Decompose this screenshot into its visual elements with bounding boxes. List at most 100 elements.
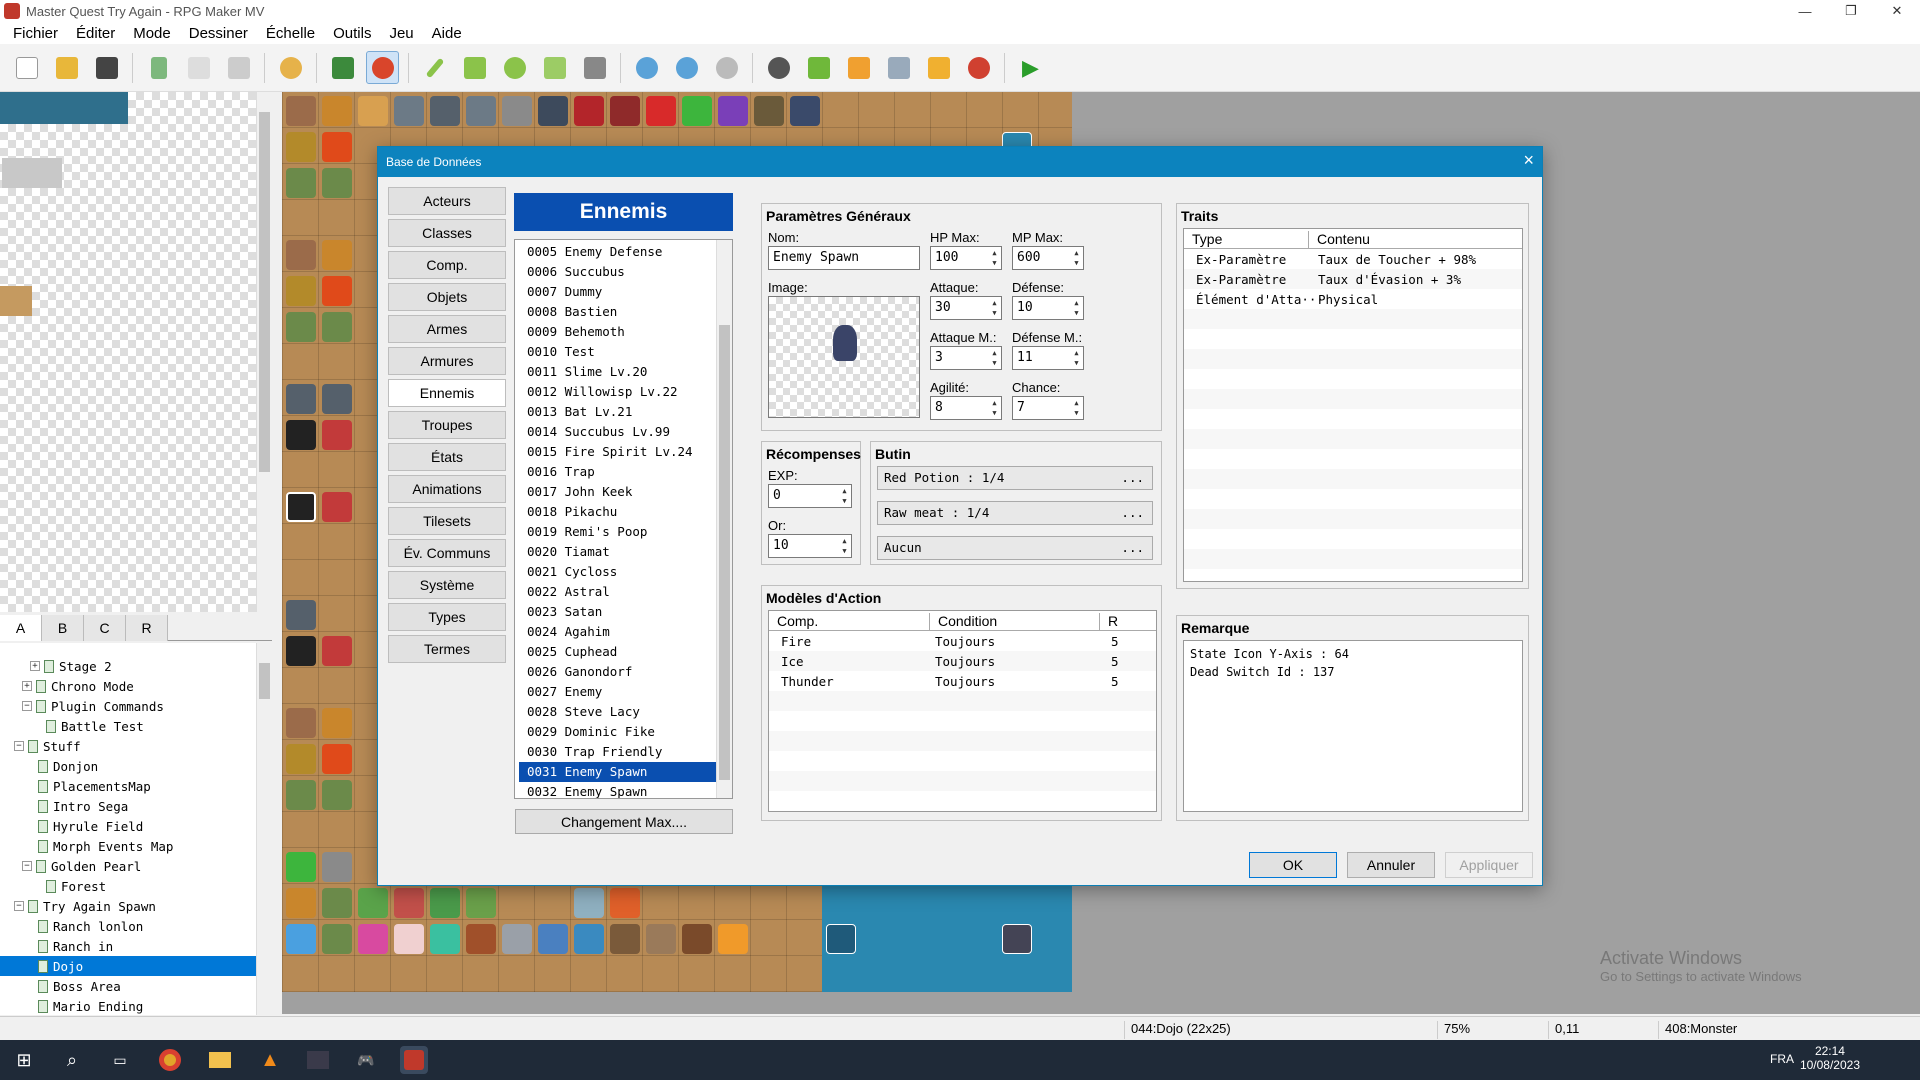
tile-selection[interactable] [2,158,62,188]
menu-echelle[interactable]: Échelle [257,25,324,42]
map-node[interactable]: + Chrono Mode [22,676,134,696]
tileset-scrollbar[interactable] [256,92,272,612]
maximize-button[interactable]: ❐ [1828,0,1874,22]
table-row[interactable] [769,691,1156,711]
event-sprite[interactable] [286,168,316,198]
def-field[interactable]: 10 ▲ ▼ [1012,296,1084,320]
matk-field[interactable]: 3 ▲ ▼ [930,346,1002,370]
table-row[interactable] [1184,329,1522,349]
category-types[interactable]: Types [388,603,506,631]
table-row[interactable] [769,731,1156,751]
cut-icon[interactable] [142,51,175,84]
drop-item-2[interactable]: Raw meat : 1/4... [877,501,1153,525]
event-sprite[interactable] [718,924,748,954]
event-sprite[interactable] [286,708,316,738]
event-sprite[interactable] [610,888,640,918]
mp-field[interactable]: 600 ▲ ▼ [1012,246,1084,270]
table-row[interactable]: Ex-Paramètre Taux de Toucher + 98% [1184,249,1522,269]
dialog-close-icon[interactable]: × [1523,150,1534,171]
category-armes[interactable]: Armes [388,315,506,343]
event-sprite[interactable] [286,888,316,918]
event-sprite[interactable] [430,888,460,918]
enemy-item[interactable]: 0019 Remi's Poop [519,522,716,542]
enemy-item[interactable]: 0026 Ganondorf [519,662,716,682]
shadow-pen-icon[interactable] [578,51,611,84]
character-generator-icon[interactable] [962,51,995,84]
enemy-item[interactable]: 0023 Satan [519,602,716,622]
event-sprite[interactable] [682,96,712,126]
sound-test-icon[interactable] [842,51,875,84]
enemy-item[interactable]: 0008 Bastien [519,302,716,322]
event-sprite[interactable] [286,312,316,342]
map-node[interactable]: PlacementsMap [38,776,151,796]
event-sprite[interactable] [322,852,352,882]
event-sprite[interactable] [286,96,316,126]
cancel-button[interactable]: Annuler [1347,852,1435,878]
map-node-selected[interactable]: Dojo [0,956,256,976]
mdef-field[interactable]: 11 ▲ ▼ [1012,346,1084,370]
enemy-item[interactable]: 0009 Behemoth [519,322,716,342]
enemy-item[interactable]: 0006 Succubus [519,262,716,282]
category-classes[interactable]: Classes [388,219,506,247]
wood-tile[interactable] [0,286,32,316]
table-row[interactable] [1184,509,1522,529]
event-sprite[interactable] [286,744,316,774]
table-row[interactable] [1184,429,1522,449]
task-view-icon[interactable]: ▭ [106,1046,134,1074]
vlc-icon[interactable]: ▲ [256,1046,284,1074]
event-sprite[interactable] [394,924,424,954]
menu-fichier[interactable]: Fichier [4,25,67,42]
resource-manager-icon[interactable] [922,51,955,84]
enemy-item-selected[interactable]: 0031 Enemy Spawn [519,762,716,782]
table-row[interactable] [1184,389,1522,409]
event-sprite[interactable] [286,636,316,666]
gold-field[interactable]: 10 ▲ ▼ [768,534,852,558]
event-sprite[interactable] [286,780,316,810]
table-row[interactable] [1184,449,1522,469]
enemy-item[interactable]: 0018 Pikachu [519,502,716,522]
event-sprite[interactable] [286,240,316,270]
map-node[interactable]: Hyrule Field [38,816,143,836]
enemy-item[interactable]: 0005 Enemy Defense [519,242,716,262]
plugin-manager-icon[interactable] [802,51,835,84]
clock[interactable]: 22:14 10/08/2023 [1800,1044,1860,1072]
event-sprite[interactable] [322,888,352,918]
map-node[interactable]: Boss Area [38,976,121,996]
event-sprite[interactable] [790,96,820,126]
undo-icon[interactable] [274,51,307,84]
event-sprite[interactable] [322,708,352,738]
start-icon[interactable]: ⊞ [10,1046,38,1074]
map-node[interactable]: − Golden Pearl [22,856,141,876]
database-gear-icon[interactable] [762,51,795,84]
atk-field[interactable]: 30 ▲ ▼ [930,296,1002,320]
event-sprite[interactable] [286,492,316,522]
event-sprite[interactable] [466,888,496,918]
event-sprite[interactable] [538,924,568,954]
rectangle-icon[interactable] [458,51,491,84]
event-mode-icon[interactable] [366,51,399,84]
table-row[interactable]: Ice Toujours 5 [769,651,1156,671]
event-sprite[interactable] [286,852,316,882]
gamepad-icon[interactable]: 🎮 [352,1046,380,1074]
table-row[interactable]: Fire Toujours 5 [769,631,1156,651]
hp-field[interactable]: 100 ▲ ▼ [930,246,1002,270]
event-sprite[interactable] [322,240,352,270]
map-node[interactable]: − Plugin Commands [22,696,164,716]
apply-button[interactable]: Appliquer [1445,852,1533,878]
ok-button[interactable]: OK [1249,852,1337,878]
col-type[interactable]: Type [1184,231,1222,249]
event-sprite[interactable] [754,96,784,126]
event-sprite[interactable] [358,888,388,918]
enemy-item[interactable]: 0017 John Keek [519,482,716,502]
enemy-item[interactable]: 0027 Enemy [519,682,716,702]
category-troupes[interactable]: Troupes [388,411,506,439]
category-systeme[interactable]: Système [388,571,506,599]
map-node[interactable]: Ranch lonlon [38,916,143,936]
luk-field[interactable]: 7 ▲ ▼ [1012,396,1084,420]
event-sprite[interactable] [682,924,712,954]
category-acteurs[interactable]: Acteurs [388,187,506,215]
copy-icon[interactable] [182,51,215,84]
event-sprite[interactable] [394,888,424,918]
map-node[interactable]: Ranch in [38,936,113,956]
map-node[interactable]: Morph Events Map [38,836,173,856]
